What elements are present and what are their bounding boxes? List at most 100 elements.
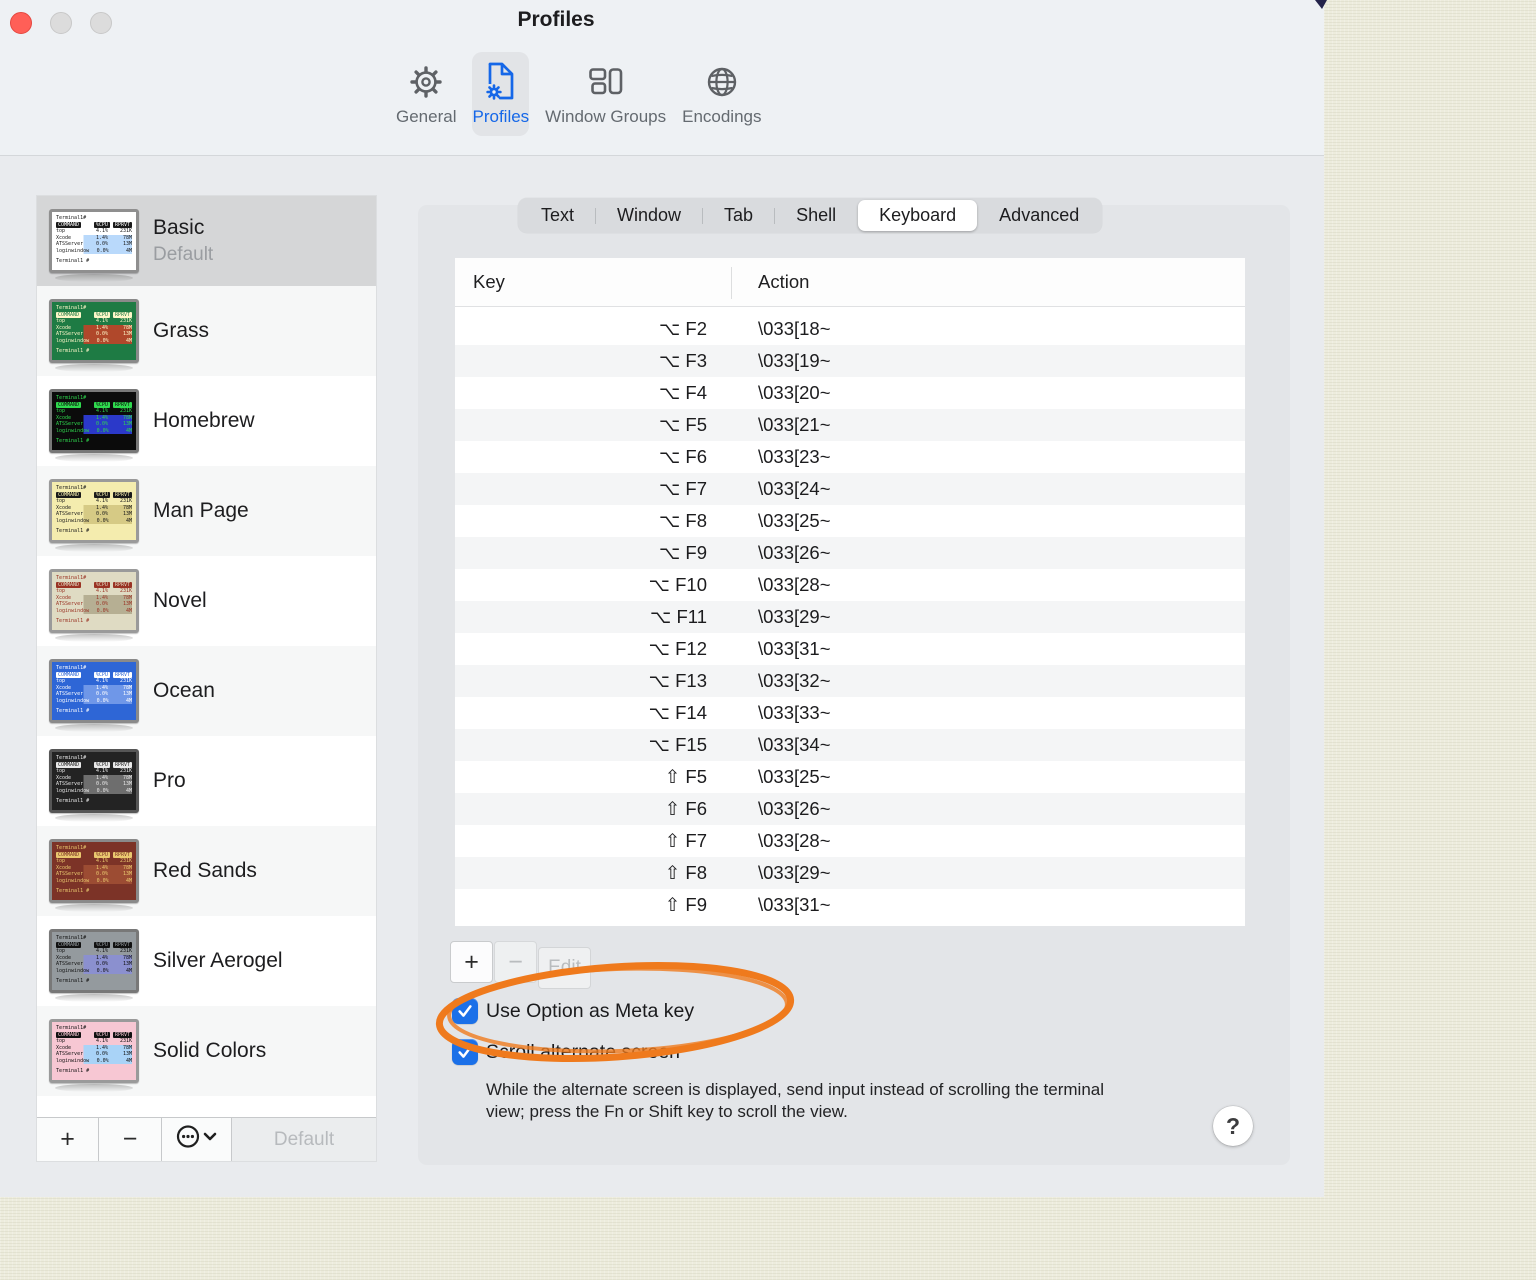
profile-row-basic[interactable]: Terminal1# COMMAND %CPU RPRVT top 4.1% 231K Xco… <box>37 196 376 286</box>
toolbar-item-encodings[interactable]: Encodings <box>682 52 762 136</box>
profile-row-ocean[interactable]: Terminal1# COMMAND %CPU RPRVT top 4.1% 231K Xco… <box>37 646 376 736</box>
add-profile-button[interactable]: + <box>37 1118 99 1161</box>
toolbar-item-profiles[interactable]: Profiles <box>472 52 530 136</box>
binding-key: ⌥ F4 <box>658 382 707 403</box>
binding-key: ⌥ F2 <box>658 318 707 339</box>
binding-action: \033[23~ <box>758 446 831 467</box>
profile-name: Homebrew <box>153 409 255 432</box>
profile-name: Solid Colors <box>153 1039 267 1062</box>
binding-action: \033[26~ <box>758 542 831 563</box>
profile-actions-menu-button[interactable] <box>162 1118 232 1161</box>
binding-row[interactable]: ⌥ F10 \033[28~ <box>455 569 1245 601</box>
key-bindings-table: Key Action ⌥ F2 \033[18~ ⌥ F3 \033[19~ ⌥ F4 \… <box>455 258 1245 926</box>
default-button[interactable]: Default <box>232 1118 376 1161</box>
binding-action: \033[18~ <box>758 318 831 339</box>
tab-tab[interactable]: Tab <box>703 200 774 231</box>
profile-row-man-page[interactable]: Terminal1# COMMAND %CPU RPRVT top 4.1% 231K Xco… <box>37 466 376 556</box>
binding-action: \033[28~ <box>758 574 831 595</box>
binding-row[interactable]: ⌥ F4 \033[20~ <box>455 377 1245 409</box>
column-divider[interactable] <box>731 267 732 299</box>
binding-row[interactable]: ⌥ F6 \033[23~ <box>455 441 1245 473</box>
profile-row-grass[interactable]: Terminal1# COMMAND %CPU RPRVT top 4.1% 231K Xco… <box>37 286 376 376</box>
binding-action: \033[19~ <box>758 350 831 371</box>
toolbar-item-window-groups[interactable]: Window Groups <box>545 52 666 136</box>
binding-row[interactable]: ⌥ F2 \033[18~ <box>455 313 1245 345</box>
preferences-toolbar: General Profiles Window Groups Encodings <box>396 52 762 136</box>
tab-window[interactable]: Window <box>596 200 702 231</box>
binding-row[interactable]: ⌥ F12 \033[31~ <box>455 633 1245 665</box>
checkbox-checked[interactable] <box>452 998 478 1024</box>
binding-key: ⌥ F7 <box>658 478 707 499</box>
binding-action: \033[29~ <box>758 862 831 883</box>
binding-key: ⌥ F5 <box>658 414 707 435</box>
profile-thumbnail: Terminal1# COMMAND %CPU RPRVT top 4.1% 231K Xco… <box>49 929 139 1002</box>
edit-binding-button[interactable]: Edit <box>538 947 591 989</box>
scroll-alternate-description: While the alternate screen is displayed,… <box>486 1080 1105 1121</box>
profile-name: Ocean <box>153 679 215 702</box>
profile-thumbnail: Terminal1# COMMAND %CPU RPRVT top 4.1% 231K Xco… <box>49 569 139 642</box>
binding-key: ⇧ F8 <box>664 862 707 883</box>
tab-keyboard[interactable]: Keyboard <box>858 200 978 231</box>
profile-name: Red Sands <box>153 859 257 882</box>
profile-row-solid-colors[interactable]: Terminal1# COMMAND %CPU RPRVT top 4.1% 231K Xco… <box>37 1006 376 1096</box>
binding-row[interactable]: ⌥ F3 \033[19~ <box>455 345 1245 377</box>
column-header-key: Key <box>473 271 505 292</box>
profile-row-silver-aerogel[interactable]: Terminal1# COMMAND %CPU RPRVT top 4.1% 231K Xco… <box>37 916 376 1006</box>
window-title: Profiles <box>517 8 595 31</box>
remove-binding-button[interactable]: − <box>494 941 537 983</box>
tab-shell[interactable]: Shell <box>775 200 857 231</box>
tab-advanced[interactable]: Advanced <box>978 200 1100 231</box>
binding-row[interactable]: ⌥ F7 \033[24~ <box>455 473 1245 505</box>
binding-row[interactable]: ⌥ F11 \033[29~ <box>455 601 1245 633</box>
toolbar-item-label: Window Groups <box>545 107 667 126</box>
binding-action: \033[32~ <box>758 670 831 691</box>
remove-profile-button[interactable]: − <box>99 1118 162 1161</box>
profile-row-novel[interactable]: Terminal1# COMMAND %CPU RPRVT top 4.1% 231K Xco… <box>37 556 376 646</box>
document-gear-icon <box>482 59 520 105</box>
profile-thumbnail: Terminal1# COMMAND %CPU RPRVT top 4.1% 231K Xco… <box>49 1019 139 1092</box>
binding-row[interactable]: ⌥ F9 \033[26~ <box>455 537 1245 569</box>
profile-thumbnail: Terminal1# COMMAND %CPU RPRVT top 4.1% 231K Xco… <box>49 839 139 912</box>
binding-row[interactable]: ⌥ F8 \033[25~ <box>455 505 1245 537</box>
binding-row[interactable]: ⇧ F9 \033[31~ <box>455 889 1245 921</box>
column-header-action: Action <box>758 271 810 292</box>
toolbar-item-label: Encodings <box>682 107 762 126</box>
ellipsis-circle-chevron-icon <box>176 1124 218 1156</box>
profile-name: Grass <box>153 319 210 342</box>
binding-key: ⌥ F6 <box>658 446 707 467</box>
binding-action: \033[33~ <box>758 702 831 723</box>
binding-row[interactable]: ⌥ F14 \033[33~ <box>455 697 1245 729</box>
profile-row-pro[interactable]: Terminal1# COMMAND %CPU RPRVT top 4.1% 231K Xco… <box>37 736 376 826</box>
help-button[interactable]: ? <box>1213 1106 1253 1146</box>
binding-row[interactable]: ⇧ F7 \033[28~ <box>455 825 1245 857</box>
binding-key: ⌥ F3 <box>658 350 707 371</box>
binding-row[interactable]: ⌥ F15 \033[34~ <box>455 729 1245 761</box>
binding-key: ⇧ F9 <box>664 894 707 915</box>
profile-thumbnail: Terminal1# COMMAND %CPU RPRVT top 4.1% 231K Xco… <box>49 659 139 732</box>
toolbar-item-general[interactable]: General <box>396 52 456 136</box>
tab-text[interactable]: Text <box>520 200 595 231</box>
checkbox-checked[interactable] <box>452 1039 478 1065</box>
profile-settings-panel: Text Window Tab Shell Keyboard Advanced Key A… <box>418 198 1290 1165</box>
profile-thumbnail: Terminal1# COMMAND %CPU RPRVT top 4.1% 231K Xco… <box>49 299 139 372</box>
binding-action: \033[20~ <box>758 382 831 403</box>
profile-row-homebrew[interactable]: Terminal1# COMMAND %CPU RPRVT top 4.1% 231K Xco… <box>37 376 376 466</box>
binding-row[interactable]: ⇧ F6 \033[26~ <box>455 793 1245 825</box>
profile-name: Silver Aerogel <box>153 949 283 972</box>
binding-row[interactable]: ⌥ F13 \033[32~ <box>455 665 1245 697</box>
binding-row[interactable]: ⇧ F8 \033[29~ <box>455 857 1245 889</box>
add-binding-button[interactable]: + <box>450 941 493 983</box>
checkbox-label: Use Option as Meta key <box>486 999 695 1022</box>
profile-row-red-sands[interactable]: Terminal1# COMMAND %CPU RPRVT top 4.1% 231K Xco… <box>37 826 376 916</box>
binding-action: \033[21~ <box>758 414 831 435</box>
globe-icon <box>705 59 739 105</box>
binding-key: ⌥ F9 <box>658 542 707 563</box>
binding-key: ⇧ F6 <box>664 798 707 819</box>
binding-key: ⇧ F7 <box>664 830 707 851</box>
binding-key: ⌥ F15 <box>648 734 707 755</box>
table-header: Key Action <box>455 258 1245 307</box>
toolbar-item-label: Profiles <box>472 107 530 126</box>
binding-action: \033[25~ <box>758 510 831 531</box>
binding-row[interactable]: ⇧ F5 \033[25~ <box>455 761 1245 793</box>
binding-row[interactable]: ⌥ F5 \033[21~ <box>455 409 1245 441</box>
